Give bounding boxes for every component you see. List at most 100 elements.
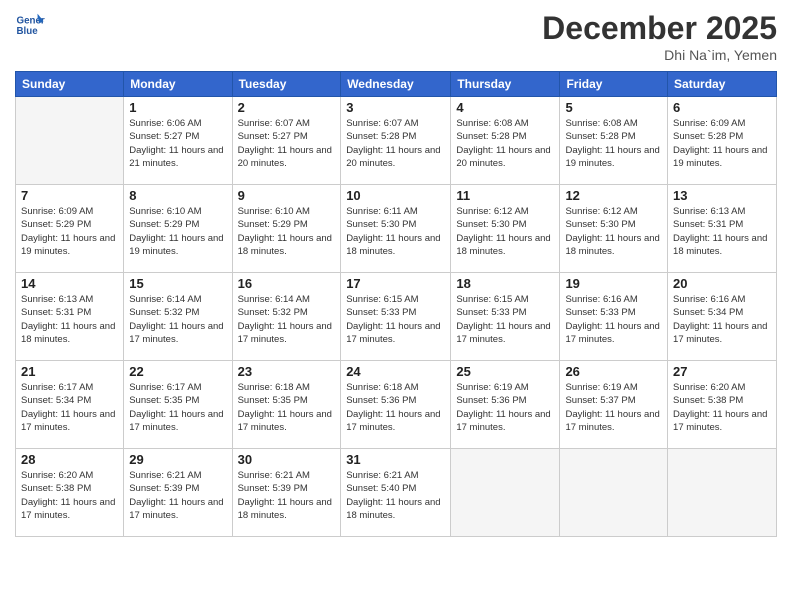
day-number: 27: [673, 364, 771, 379]
calendar-week-row: 21Sunrise: 6:17 AMSunset: 5:34 PMDayligh…: [16, 361, 777, 449]
day-info: Sunrise: 6:15 AMSunset: 5:33 PMDaylight:…: [456, 293, 554, 346]
calendar-cell: 23 Sunrise: 6:18 AMSunset: 5:35 PMDayligh…: [232, 361, 341, 449]
calendar-cell: 12 Sunrise: 6:12 AMSunset: 5:30 PMDayligh…: [560, 185, 668, 273]
day-number: 5: [565, 100, 662, 115]
day-number: 1: [129, 100, 226, 115]
calendar-cell: 3 Sunrise: 6:07 AMSunset: 5:28 PMDaylight…: [341, 97, 451, 185]
logo-icon: General Blue: [15, 10, 45, 40]
day-number: 3: [346, 100, 445, 115]
day-number: 4: [456, 100, 554, 115]
day-info: Sunrise: 6:10 AMSunset: 5:29 PMDaylight:…: [129, 205, 226, 258]
calendar-cell: 18Sunrise: 6:15 AMSunset: 5:33 PMDayligh…: [451, 273, 560, 361]
calendar-cell: 27 Sunrise: 6:20 AMSunset: 5:38 PMDayligh…: [668, 361, 777, 449]
calendar-week-row: 7 Sunrise: 6:09 AMSunset: 5:29 PMDaylight…: [16, 185, 777, 273]
calendar-cell: 29 Sunrise: 6:21 AMSunset: 5:39 PMDayligh…: [124, 449, 232, 537]
calendar-cell: 25 Sunrise: 6:19 AMSunset: 5:36 PMDayligh…: [451, 361, 560, 449]
day-number: 29: [129, 452, 226, 467]
day-info: Sunrise: 6:20 AMSunset: 5:38 PMDaylight:…: [673, 381, 771, 434]
day-info: Sunrise: 6:18 AMSunset: 5:35 PMDaylight:…: [238, 381, 336, 434]
col-tuesday: Tuesday: [232, 72, 341, 97]
day-number: 23: [238, 364, 336, 379]
calendar-cell: 28Sunrise: 6:20 AMSunset: 5:38 PMDayligh…: [16, 449, 124, 537]
day-number: 7: [21, 188, 118, 203]
calendar-cell: 31 Sunrise: 6:21 AMSunset: 5:40 PMDayligh…: [341, 449, 451, 537]
col-friday: Friday: [560, 72, 668, 97]
location-subtitle: Dhi Na`im, Yemen: [542, 47, 777, 63]
day-number: 25: [456, 364, 554, 379]
logo: General Blue: [15, 10, 45, 40]
day-number: 10: [346, 188, 445, 203]
day-info: Sunrise: 6:12 AMSunset: 5:30 PMDaylight:…: [456, 205, 554, 258]
day-number: 15: [129, 276, 226, 291]
calendar-cell: [668, 449, 777, 537]
day-info: Sunrise: 6:08 AMSunset: 5:28 PMDaylight:…: [456, 117, 554, 170]
calendar-cell: 1 Sunrise: 6:06 AMSunset: 5:27 PMDaylight…: [124, 97, 232, 185]
day-info: Sunrise: 6:12 AMSunset: 5:30 PMDaylight:…: [565, 205, 662, 258]
day-number: 11: [456, 188, 554, 203]
day-number: 13: [673, 188, 771, 203]
calendar-cell: 9 Sunrise: 6:10 AMSunset: 5:29 PMDaylight…: [232, 185, 341, 273]
calendar-cell: 16Sunrise: 6:14 AMSunset: 5:32 PMDayligh…: [232, 273, 341, 361]
day-number: 12: [565, 188, 662, 203]
col-sunday: Sunday: [16, 72, 124, 97]
day-number: 20: [673, 276, 771, 291]
day-number: 9: [238, 188, 336, 203]
day-info: Sunrise: 6:07 AMSunset: 5:28 PMDaylight:…: [346, 117, 445, 170]
day-info: Sunrise: 6:19 AMSunset: 5:37 PMDaylight:…: [565, 381, 662, 434]
calendar-cell: 5 Sunrise: 6:08 AMSunset: 5:28 PMDaylight…: [560, 97, 668, 185]
day-info: Sunrise: 6:06 AMSunset: 5:27 PMDaylight:…: [129, 117, 226, 170]
title-block: December 2025 Dhi Na`im, Yemen: [542, 10, 777, 63]
day-info: Sunrise: 6:17 AMSunset: 5:35 PMDaylight:…: [129, 381, 226, 434]
calendar-cell: 22 Sunrise: 6:17 AMSunset: 5:35 PMDayligh…: [124, 361, 232, 449]
calendar-cell: 17 Sunrise: 6:15 AMSunset: 5:33 PMDayligh…: [341, 273, 451, 361]
col-monday: Monday: [124, 72, 232, 97]
calendar-cell: [451, 449, 560, 537]
calendar-cell: 10 Sunrise: 6:11 AMSunset: 5:30 PMDayligh…: [341, 185, 451, 273]
day-number: 6: [673, 100, 771, 115]
calendar-cell: 14Sunrise: 6:13 AMSunset: 5:31 PMDayligh…: [16, 273, 124, 361]
calendar-cell: 4 Sunrise: 6:08 AMSunset: 5:28 PMDaylight…: [451, 97, 560, 185]
col-saturday: Saturday: [668, 72, 777, 97]
day-number: 31: [346, 452, 445, 467]
day-info: Sunrise: 6:16 AMSunset: 5:33 PMDaylight:…: [565, 293, 662, 346]
day-info: Sunrise: 6:09 AMSunset: 5:29 PMDaylight:…: [21, 205, 118, 258]
calendar-cell: 19Sunrise: 6:16 AMSunset: 5:33 PMDayligh…: [560, 273, 668, 361]
day-info: Sunrise: 6:08 AMSunset: 5:28 PMDaylight:…: [565, 117, 662, 170]
day-info: Sunrise: 6:07 AMSunset: 5:27 PMDaylight:…: [238, 117, 336, 170]
day-info: Sunrise: 6:21 AMSunset: 5:39 PMDaylight:…: [238, 469, 336, 522]
calendar-cell: 11 Sunrise: 6:12 AMSunset: 5:30 PMDayligh…: [451, 185, 560, 273]
day-number: 30: [238, 452, 336, 467]
day-number: 17: [346, 276, 445, 291]
day-number: 8: [129, 188, 226, 203]
day-info: Sunrise: 6:10 AMSunset: 5:29 PMDaylight:…: [238, 205, 336, 258]
day-info: Sunrise: 6:16 AMSunset: 5:34 PMDaylight:…: [673, 293, 771, 346]
calendar-cell: [16, 97, 124, 185]
calendar-cell: [560, 449, 668, 537]
day-number: 24: [346, 364, 445, 379]
day-info: Sunrise: 6:19 AMSunset: 5:36 PMDaylight:…: [456, 381, 554, 434]
day-info: Sunrise: 6:21 AMSunset: 5:40 PMDaylight:…: [346, 469, 445, 522]
day-number: 21: [21, 364, 118, 379]
calendar-cell: 20 Sunrise: 6:16 AMSunset: 5:34 PMDayligh…: [668, 273, 777, 361]
calendar-cell: 21Sunrise: 6:17 AMSunset: 5:34 PMDayligh…: [16, 361, 124, 449]
day-info: Sunrise: 6:09 AMSunset: 5:28 PMDaylight:…: [673, 117, 771, 170]
day-number: 22: [129, 364, 226, 379]
calendar-cell: 8 Sunrise: 6:10 AMSunset: 5:29 PMDaylight…: [124, 185, 232, 273]
day-info: Sunrise: 6:20 AMSunset: 5:38 PMDaylight:…: [21, 469, 118, 522]
day-info: Sunrise: 6:11 AMSunset: 5:30 PMDaylight:…: [346, 205, 445, 258]
calendar-week-row: 28Sunrise: 6:20 AMSunset: 5:38 PMDayligh…: [16, 449, 777, 537]
calendar-cell: 24Sunrise: 6:18 AMSunset: 5:36 PMDayligh…: [341, 361, 451, 449]
svg-text:Blue: Blue: [17, 26, 39, 37]
col-thursday: Thursday: [451, 72, 560, 97]
month-title: December 2025: [542, 10, 777, 47]
day-info: Sunrise: 6:13 AMSunset: 5:31 PMDaylight:…: [21, 293, 118, 346]
calendar-cell: 13Sunrise: 6:13 AMSunset: 5:31 PMDayligh…: [668, 185, 777, 273]
calendar-cell: 2Sunrise: 6:07 AMSunset: 5:27 PMDaylight…: [232, 97, 341, 185]
calendar-cell: 15Sunrise: 6:14 AMSunset: 5:32 PMDayligh…: [124, 273, 232, 361]
calendar-cell: 7 Sunrise: 6:09 AMSunset: 5:29 PMDaylight…: [16, 185, 124, 273]
day-info: Sunrise: 6:21 AMSunset: 5:39 PMDaylight:…: [129, 469, 226, 522]
page-header: General Blue December 2025 Dhi Na`im, Ye…: [15, 10, 777, 63]
day-number: 26: [565, 364, 662, 379]
day-info: Sunrise: 6:15 AMSunset: 5:33 PMDaylight:…: [346, 293, 445, 346]
day-number: 16: [238, 276, 336, 291]
